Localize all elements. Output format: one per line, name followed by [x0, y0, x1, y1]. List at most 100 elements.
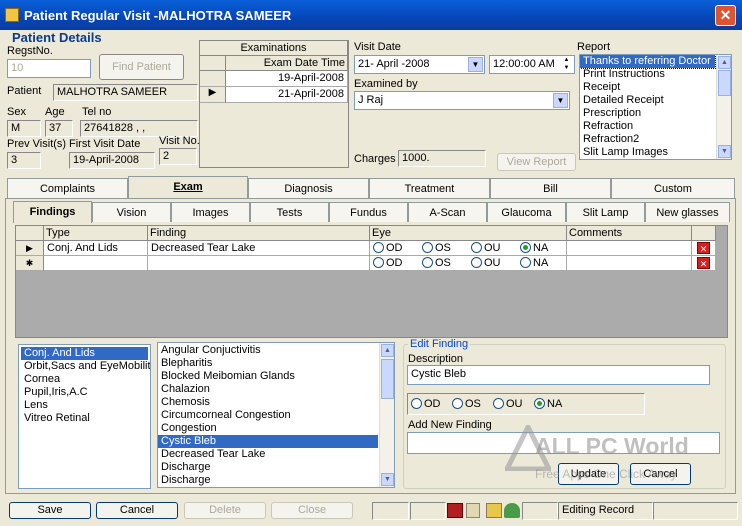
eye-option[interactable]: OD [373, 242, 422, 254]
eye-option[interactable]: OS [422, 242, 471, 254]
radio-na[interactable] [534, 398, 545, 409]
edit-eye-option[interactable]: OD [411, 398, 452, 410]
tab-custom[interactable]: Custom [611, 178, 735, 198]
exam-row[interactable]: 21-April-2008 [226, 87, 348, 103]
report-item[interactable]: Refraction [580, 120, 715, 133]
finding-name-cell[interactable] [148, 256, 370, 271]
radio-od[interactable] [373, 242, 384, 253]
finding-list-item[interactable]: Circumcorneal Congestion [158, 409, 378, 422]
close-button[interactable]: Close [271, 502, 353, 519]
finding-list-item[interactable]: Congestion [158, 422, 378, 435]
finding-eye-cell[interactable]: OD OS OU NA [370, 241, 567, 256]
scroll-up-icon[interactable]: ▲ [381, 344, 394, 357]
scroll-up-icon[interactable]: ▲ [718, 56, 731, 69]
tab-diagnosis[interactable]: Diagnosis [248, 178, 369, 198]
tab-complaints[interactable]: Complaints [7, 178, 128, 198]
radio-ou[interactable] [471, 242, 482, 253]
save-button[interactable]: Save [9, 502, 91, 519]
finding-list-item[interactable]: Discharge [158, 474, 378, 487]
report-item[interactable]: Receipt [580, 81, 715, 94]
close-window-button[interactable]: ✕ [715, 5, 736, 26]
radio-os[interactable] [452, 398, 463, 409]
radio-os[interactable] [422, 242, 433, 253]
subtab-slit-lamp[interactable]: Slit Lamp [566, 202, 645, 222]
type-list-item[interactable]: Conj. And Lids [21, 347, 148, 360]
visit-time-spinner[interactable]: 12:00:00 AM ▲ ▼ [489, 55, 575, 74]
current-row-marker[interactable]: ▶ [200, 87, 226, 103]
type-list-item[interactable]: Orbit,Sacs and EyeMobility [21, 360, 150, 373]
subtab-glaucoma[interactable]: Glaucoma [487, 202, 566, 222]
report-item[interactable]: Slit Lamp Images [580, 146, 715, 159]
cancel-button[interactable]: Cancel [96, 502, 178, 519]
type-list-item[interactable]: Pupil,Iris,A.C [21, 386, 148, 399]
report-item[interactable]: Thanks to referring Doctor [580, 55, 716, 69]
finding-list-item[interactable]: Blocked Meibomian Glands [158, 370, 378, 383]
eye-option[interactable]: OD [373, 257, 422, 269]
report-item[interactable]: Refraction2 [580, 133, 715, 146]
finding-list-item[interactable]: Discharge [158, 461, 378, 474]
tab-treatment[interactable]: Treatment [369, 178, 490, 198]
radio-na[interactable] [520, 257, 531, 268]
subtab-images[interactable]: Images [171, 202, 250, 222]
report-scrollbar[interactable]: ▲ ▼ [716, 55, 731, 159]
finding-comments-cell[interactable] [567, 256, 692, 271]
radio-ou[interactable] [493, 398, 504, 409]
subtab-tests[interactable]: Tests [250, 202, 329, 222]
type-list-item[interactable]: Cornea [21, 373, 148, 386]
scroll-down-icon[interactable]: ▼ [381, 473, 394, 486]
tab-exam[interactable]: Exam [128, 176, 248, 198]
finding-scrollbar[interactable]: ▲ ▼ [379, 343, 394, 487]
eye-option[interactable]: OU [471, 242, 520, 254]
finding-comments-cell[interactable] [567, 241, 692, 256]
radio-os[interactable] [422, 257, 433, 268]
delete-icon[interactable]: ✕ [697, 242, 710, 254]
description-input[interactable]: Cystic Bleb [407, 365, 710, 385]
subtab-fundus[interactable]: Fundus [329, 202, 408, 222]
type-list-item[interactable]: Lens [21, 399, 148, 412]
report-item[interactable]: Detailed Receipt [580, 94, 715, 107]
spin-up-icon[interactable]: ▲ [560, 56, 573, 64]
spin-down-icon[interactable]: ▼ [560, 64, 573, 72]
finding-list[interactable]: Angular Conjuctivitis Blepharitis Blocked … [157, 342, 395, 488]
exam-row-selector[interactable] [200, 71, 226, 87]
eye-option[interactable]: OU [471, 257, 520, 269]
radio-ou[interactable] [471, 257, 482, 268]
row-marker[interactable]: ✱ [16, 256, 44, 271]
finding-list-item[interactable]: Angular Conjuctivitis [158, 344, 378, 357]
delete-row-cell[interactable]: ✕ [692, 256, 716, 271]
subtab-new-glasses[interactable]: New glasses [645, 202, 730, 222]
chevron-down-icon[interactable]: ▼ [553, 93, 568, 108]
finding-name-cell[interactable]: Decreased Tear Lake [148, 241, 370, 256]
edit-eye-option[interactable]: OS [452, 398, 493, 410]
finding-list-item[interactable]: Chemosis [158, 396, 378, 409]
finding-list-item[interactable]: Blepharitis [158, 357, 378, 370]
chevron-down-icon[interactable]: ▼ [468, 57, 483, 72]
eye-option[interactable]: NA [520, 242, 566, 254]
edit-eye-option[interactable]: NA [534, 398, 575, 410]
eye-option[interactable]: OS [422, 257, 471, 269]
radio-od[interactable] [411, 398, 422, 409]
scroll-thumb[interactable] [381, 359, 394, 399]
report-item[interactable]: Print Instructions [580, 68, 715, 81]
find-patient-button[interactable]: Find Patient [99, 54, 184, 80]
report-item[interactable]: Prescription [580, 107, 715, 120]
report-list[interactable]: Thanks to referring Doctor Print Instruct… [579, 54, 732, 160]
subtab-findings[interactable]: Findings [13, 201, 92, 223]
view-report-button[interactable]: View Report [497, 153, 576, 171]
scroll-down-icon[interactable]: ▼ [718, 145, 731, 158]
row-marker[interactable]: ▶ [16, 241, 44, 256]
finding-list-item[interactable]: Chalazion [158, 383, 378, 396]
tab-bill[interactable]: Bill [490, 178, 611, 198]
delete-row-cell[interactable]: ✕ [692, 241, 716, 256]
edit-eye-option[interactable]: OU [493, 398, 534, 410]
finding-list-item[interactable]: Decreased Tear Lake [158, 448, 378, 461]
subtab-vision[interactable]: Vision [92, 202, 171, 222]
regst-input[interactable]: 10 [7, 59, 91, 78]
finding-eye-cell[interactable]: OD OS OU NA [370, 256, 567, 271]
finding-type-cell[interactable]: Conj. And Lids [44, 241, 148, 256]
delete-button[interactable]: Delete [184, 502, 266, 519]
radio-na[interactable] [520, 242, 531, 253]
type-list-item[interactable]: Vitreo Retinal [21, 412, 148, 425]
eye-option[interactable]: NA [520, 257, 566, 269]
scroll-thumb[interactable] [718, 70, 731, 96]
